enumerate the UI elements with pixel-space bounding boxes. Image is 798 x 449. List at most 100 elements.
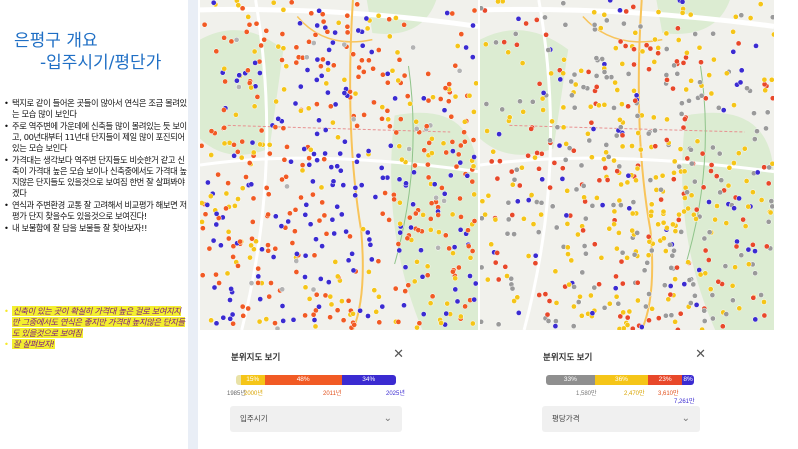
close-icon[interactable]: ✕ xyxy=(695,347,706,361)
apartment-marker xyxy=(414,258,420,265)
apartment-marker xyxy=(613,132,620,139)
chevron-down-icon: ⌄ xyxy=(383,413,392,424)
apartment-marker xyxy=(376,319,383,326)
map-age-canvas[interactable] xyxy=(200,0,478,330)
apartment-marker xyxy=(435,212,442,218)
apartment-marker xyxy=(227,297,233,303)
apartment-marker xyxy=(457,159,464,166)
close-icon[interactable]: ✕ xyxy=(393,347,404,361)
apartment-marker xyxy=(492,216,499,223)
apartment-marker xyxy=(648,201,655,208)
apartment-marker xyxy=(763,243,770,250)
apartment-marker xyxy=(482,41,489,48)
apartment-marker xyxy=(667,291,674,298)
apartment-marker xyxy=(674,70,681,77)
apartment-marker xyxy=(278,223,285,229)
apartment-marker xyxy=(364,229,371,236)
apartment-marker xyxy=(581,243,588,249)
apartment-marker xyxy=(646,238,653,245)
apartment-marker xyxy=(750,189,756,196)
apartment-marker xyxy=(661,235,667,242)
apartment-marker xyxy=(311,252,318,259)
apartment-marker xyxy=(246,21,253,28)
apartment-marker xyxy=(451,244,458,250)
map-age[interactable] xyxy=(200,0,478,330)
apartment-marker xyxy=(354,158,360,165)
apartment-marker xyxy=(533,199,540,205)
apartment-marker xyxy=(667,241,673,248)
apartment-marker xyxy=(288,158,294,165)
apartment-marker xyxy=(399,156,405,163)
apartment-marker xyxy=(672,318,678,325)
apartment-marker xyxy=(406,214,413,221)
apartment-marker xyxy=(386,16,393,23)
apartment-marker xyxy=(696,44,703,51)
apartment-marker xyxy=(452,286,459,293)
apartment-marker xyxy=(734,238,740,245)
apartment-marker xyxy=(280,45,287,52)
apartment-marker xyxy=(340,182,347,188)
apartment-marker xyxy=(457,226,464,233)
apartment-marker xyxy=(329,216,336,223)
apartment-marker xyxy=(332,101,339,108)
apartment-marker xyxy=(578,312,585,319)
apartment-marker xyxy=(466,92,473,99)
apartment-marker xyxy=(603,74,610,81)
apartment-marker xyxy=(480,318,484,325)
apartment-marker xyxy=(634,113,641,119)
apartment-marker xyxy=(352,184,359,191)
apartment-marker xyxy=(494,175,501,182)
apartment-marker xyxy=(442,85,449,91)
apartment-marker xyxy=(337,167,344,174)
apartment-marker xyxy=(545,47,552,53)
apartment-marker xyxy=(762,87,769,94)
apartment-marker xyxy=(413,118,420,125)
bullet-item: 연식과 주변환경 교통 잘 고려해서 비교평가 해보면 저평가 단지 찾을수도 … xyxy=(4,200,188,222)
apartment-marker xyxy=(465,227,471,234)
apartment-marker xyxy=(330,62,337,69)
apartment-marker xyxy=(279,31,286,37)
apartment-marker xyxy=(738,67,745,74)
apartment-marker xyxy=(228,38,235,45)
apartment-marker xyxy=(519,164,525,171)
apartment-marker xyxy=(552,268,559,275)
apartment-marker xyxy=(679,9,686,16)
apartment-marker xyxy=(769,160,774,167)
apartment-marker xyxy=(485,192,492,199)
apartment-marker xyxy=(210,0,217,6)
apartment-marker xyxy=(458,214,464,220)
apartment-marker xyxy=(509,285,516,292)
map-price-canvas[interactable] xyxy=(480,0,774,330)
apartment-marker xyxy=(250,195,257,202)
apartment-marker xyxy=(560,0,567,7)
bullet-item: 가격대는 생각보다 역주변 단지들도 비슷한거 같고 신축이 가격대 높은 모습… xyxy=(4,155,188,199)
apartment-marker xyxy=(322,292,329,299)
apartment-marker xyxy=(585,69,592,75)
apartment-marker xyxy=(221,34,227,41)
apartment-marker xyxy=(589,154,595,161)
apartment-marker xyxy=(429,150,435,156)
apartment-marker xyxy=(618,181,624,188)
apartment-marker xyxy=(350,51,357,58)
apartment-marker xyxy=(554,124,561,131)
age-select-dropdown[interactable]: 입주시기 ⌄ xyxy=(230,406,402,432)
apartment-marker xyxy=(248,242,254,249)
apartment-marker xyxy=(603,149,609,156)
apartment-marker xyxy=(668,312,675,319)
apartment-marker xyxy=(525,253,532,259)
apartment-marker xyxy=(580,183,587,189)
map-price[interactable] xyxy=(480,0,774,330)
apartment-marker xyxy=(412,210,419,217)
apartment-marker xyxy=(281,156,288,163)
apartment-marker xyxy=(751,110,757,117)
apartment-marker xyxy=(659,172,666,179)
apartment-marker xyxy=(395,77,402,84)
apartment-marker xyxy=(462,303,468,310)
apartment-marker xyxy=(306,296,313,302)
apartment-marker xyxy=(495,276,502,283)
apartment-marker xyxy=(279,176,285,183)
apartment-marker xyxy=(427,216,434,222)
price-select-dropdown[interactable]: 평당가격 ⌄ xyxy=(542,406,700,432)
apartment-marker xyxy=(585,130,591,137)
highlight-text: 잘 살펴보자! xyxy=(12,339,56,349)
